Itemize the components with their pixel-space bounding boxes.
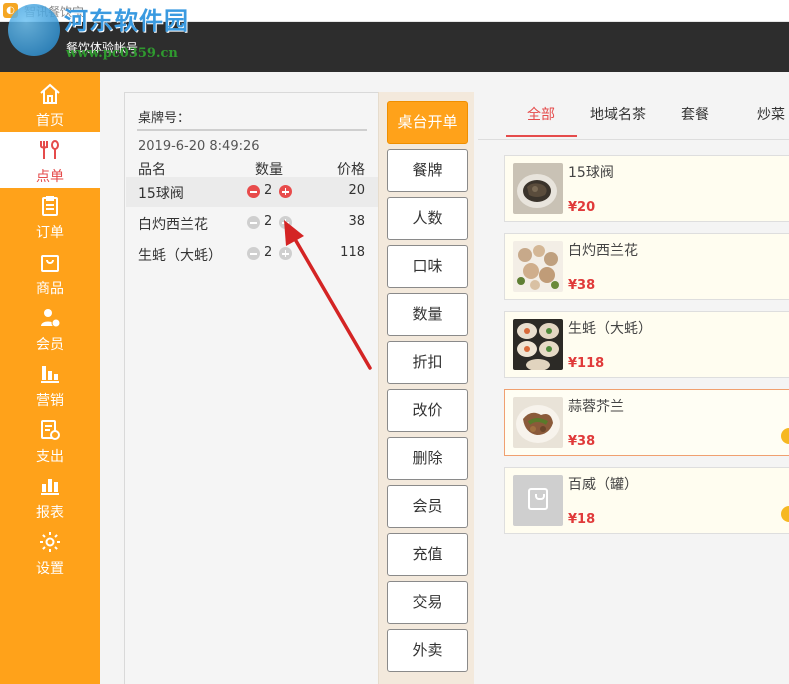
watermark-logo-icon — [8, 4, 60, 56]
dish-card[interactable]: 生蚝（大蚝） ¥118 — [504, 311, 789, 378]
dish-price: ¥38 — [568, 434, 596, 449]
open-table-button[interactable]: 桌台开单 — [387, 101, 468, 144]
divider — [137, 129, 367, 131]
dish-name: 15球阀 — [568, 165, 614, 181]
dish-name: 白灼西兰花 — [568, 243, 638, 259]
flavor-button[interactable]: 口味 — [387, 245, 468, 288]
table-card-button[interactable]: 餐牌 — [387, 149, 468, 192]
tab-set-meal[interactable]: 套餐 — [681, 104, 709, 124]
dish-card[interactable]: 白灼西兰花 ¥38 — [504, 233, 789, 300]
sidebar-item-label: 支出 — [36, 449, 64, 465]
dish-card[interactable]: 蒜蓉芥兰 ¥38 — [504, 389, 789, 456]
decrease-qty-button[interactable] — [247, 216, 260, 229]
order-item-name: 生蚝（大蚝） — [138, 248, 222, 264]
bar-chart-icon — [41, 366, 59, 383]
decrease-qty-button[interactable] — [247, 185, 260, 198]
action-button-column: 桌台开单 餐牌 人数 口味 数量 折扣 改价 删除 会员 充值 交易 外卖 — [378, 92, 474, 684]
sidebar-item-order[interactable]: 点单 — [0, 132, 100, 188]
guest-count-button[interactable]: 人数 — [387, 197, 468, 240]
dish-card[interactable]: 15球阀 ¥20 — [504, 155, 789, 222]
sidebar-item-label: 商品 — [36, 281, 64, 297]
sidebar-item-label: 设置 — [36, 561, 64, 577]
order-item-price: 20 — [348, 183, 365, 198]
order-time: 2019-6-20 8:49:26 — [138, 139, 260, 154]
dish-photo — [513, 241, 563, 292]
quantity-button[interactable]: 数量 — [387, 293, 468, 336]
sidebar-item-home[interactable]: 首页 — [0, 76, 100, 132]
member-icon — [41, 309, 61, 328]
clipboard-icon — [42, 196, 58, 216]
delete-button[interactable]: 删除 — [387, 437, 468, 480]
order-item-name: 15球阀 — [138, 186, 184, 202]
sidebar-item-reports[interactable]: 报表 — [0, 468, 100, 524]
add-badge-icon[interactable] — [781, 428, 789, 444]
annotation-arrow-icon — [284, 220, 372, 370]
order-panel: 桌牌号： 2019-6-20 8:49:26 品名 数量 价格 15球阀 2 2… — [124, 92, 379, 684]
dish-name: 生蚝（大蚝） — [568, 321, 652, 337]
dish-photo — [513, 163, 563, 214]
bag-icon — [528, 488, 548, 510]
report-icon — [41, 479, 59, 495]
sidebar-item-label: 营销 — [36, 393, 64, 409]
sidebar-item-members[interactable]: 会员 — [0, 300, 100, 356]
column-header-qty: 数量 — [255, 162, 283, 178]
increase-qty-button[interactable] — [279, 185, 292, 198]
recharge-button[interactable]: 充值 — [387, 533, 468, 576]
tab-regional-tea[interactable]: 地域名茶 — [590, 104, 646, 124]
bag-icon — [41, 255, 59, 272]
takeout-button[interactable]: 外卖 — [387, 629, 468, 672]
sidebar-item-label: 会员 — [36, 337, 64, 353]
dish-price: ¥20 — [568, 200, 596, 215]
watermark-url: www.pc0359.cn — [66, 46, 178, 61]
column-header-name: 品名 — [138, 162, 166, 178]
order-item-name: 白灼西兰花 — [138, 217, 208, 233]
tab-all[interactable]: 全部 — [527, 104, 555, 124]
dish-price: ¥38 — [568, 278, 596, 293]
discount-button[interactable]: 折扣 — [387, 341, 468, 384]
sidebar-item-label: 报表 — [36, 505, 64, 521]
tab-stir-fry[interactable]: 炒菜 — [757, 104, 785, 124]
order-item-qty: 2 — [264, 183, 273, 198]
decrease-qty-button[interactable] — [247, 247, 260, 260]
expense-icon — [41, 420, 60, 440]
sidebar-item-expense[interactable]: 支出 — [0, 412, 100, 468]
transaction-button[interactable]: 交易 — [387, 581, 468, 624]
watermark-brand: 河东软件园 — [64, 6, 189, 35]
dish-name: 蒜蓉芥兰 — [568, 399, 624, 415]
active-tab-indicator — [506, 135, 577, 137]
sidebar-item-settings[interactable]: 设置 — [0, 524, 100, 580]
home-icon — [40, 83, 60, 104]
sidebar: 首页 点单 订单 商品 会员 营销 支出 报表 设置 — [0, 72, 100, 684]
gear-icon — [40, 532, 60, 552]
category-tabs: 全部 地域名茶 套餐 炒菜 — [478, 100, 789, 140]
sidebar-item-orders[interactable]: 订单 — [0, 188, 100, 244]
change-price-button[interactable]: 改价 — [387, 389, 468, 432]
add-badge-icon[interactable] — [781, 506, 789, 522]
member-button[interactable]: 会员 — [387, 485, 468, 528]
placeholder-bag-icon — [513, 475, 563, 526]
dish-photo — [513, 397, 563, 448]
fork-spoon-icon — [40, 140, 59, 159]
table-number-label: 桌牌号： — [138, 111, 191, 126]
order-row[interactable]: 15球阀 2 20 — [126, 177, 379, 207]
dish-name: 百威（罐） — [568, 477, 638, 493]
sidebar-item-marketing[interactable]: 营销 — [0, 356, 100, 412]
sidebar-item-label: 首页 — [36, 113, 64, 129]
sidebar-item-products[interactable]: 商品 — [0, 244, 100, 300]
sidebar-item-label: 点单 — [36, 169, 64, 185]
dish-price: ¥118 — [568, 356, 605, 371]
dish-card[interactable]: 百威（罐） ¥18 — [504, 467, 789, 534]
column-header-price: 价格 — [337, 162, 365, 178]
sidebar-item-label: 订单 — [36, 225, 64, 241]
watermark: 河东软件园 www.pc0359.cn — [6, 0, 216, 66]
dish-price: ¥18 — [568, 512, 596, 527]
dish-photo — [513, 319, 563, 370]
